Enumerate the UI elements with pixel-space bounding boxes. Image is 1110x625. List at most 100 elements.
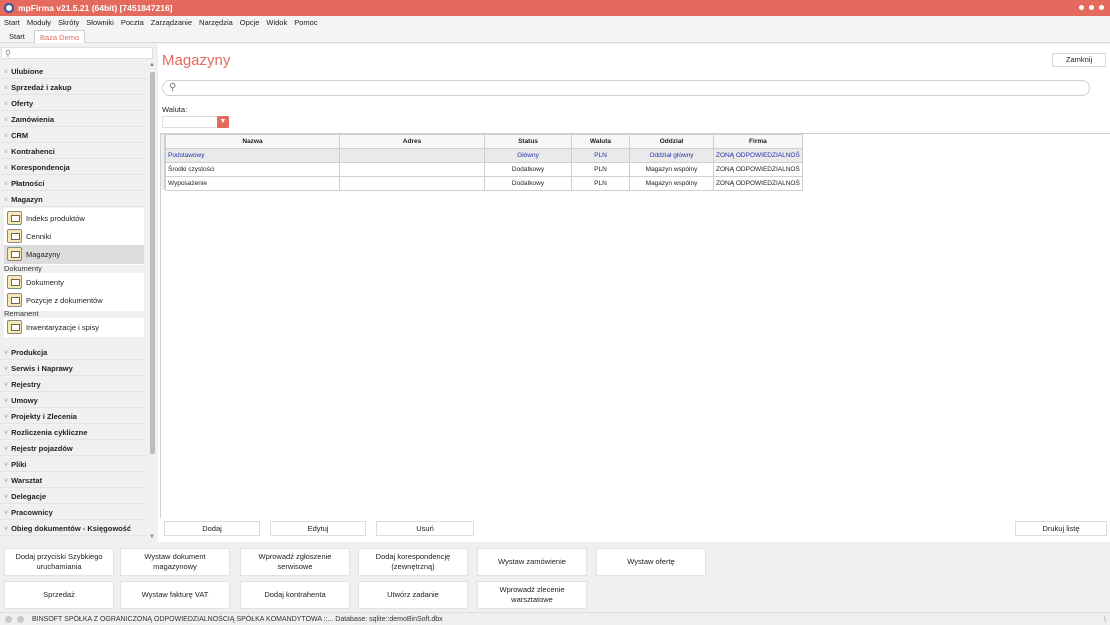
sidebar-cat-sprzedaz[interactable]: ˅ Sprzedaż i zakup	[0, 80, 146, 95]
quick-service-request-button[interactable]: Wprowadź zgłoszenie serwisowe	[240, 548, 350, 576]
column-header-oddzial[interactable]: Oddział	[629, 134, 714, 149]
sidebar-cat-oferty[interactable]: ˅ Oferty	[0, 96, 146, 111]
sidebar-cat-umowy[interactable]: ˅ Umowy	[0, 393, 146, 408]
sidebar-cat-label: Umowy	[11, 396, 38, 405]
sidebar-item-label: Indeks produktów	[26, 214, 85, 223]
quick-vat-invoice-button[interactable]: Wystaw fakturę VAT	[120, 581, 230, 609]
sidebar-cat-pracownicy[interactable]: ˅ Pracownicy	[0, 505, 146, 520]
sidebar-cat-magazyn[interactable]: ˅ Magazyn	[0, 192, 146, 207]
sidebar-cat-rejestr-pojazdow[interactable]: ˅ Rejestr pojazdów	[0, 441, 146, 456]
menu-zarzadzanie[interactable]: Zarządzanie	[151, 18, 192, 27]
quick-issue-offer-button[interactable]: Wystaw ofertę	[596, 548, 706, 576]
chevron-down-icon[interactable]: ▼	[217, 116, 229, 128]
sidebar-cat-projekty[interactable]: ˅ Projekty i Zlecenia	[0, 409, 146, 424]
menu-slowniki[interactable]: Słowniki	[86, 18, 114, 27]
sidebar-cat-produkcja[interactable]: ˅ Produkcja	[0, 345, 146, 360]
menu-poczta[interactable]: Poczta	[121, 18, 144, 27]
chevron-icon: ˅	[4, 382, 9, 389]
column-header-nazwa[interactable]: Nazwa	[165, 134, 340, 149]
sidebar-cat-label: Kontrahenci	[11, 147, 55, 156]
close-window-button[interactable]	[1099, 5, 1104, 10]
window-controls	[1079, 5, 1104, 10]
sidebar-cat-warsztat[interactable]: ˅ Warsztat	[0, 473, 146, 488]
chevron-icon: ˅	[4, 69, 9, 76]
sidebar-cat-platnosci[interactable]: ˅ Płatności	[0, 176, 146, 191]
sidebar-item-magazyny[interactable]: Magazyny	[4, 245, 144, 264]
quick-sale-button[interactable]: Sprzedaż	[4, 581, 114, 609]
warehouse-icon	[7, 247, 22, 261]
documents-icon	[7, 275, 22, 289]
chevron-icon: ˅	[4, 462, 9, 469]
menu-widok[interactable]: Widok	[266, 18, 287, 27]
scroll-up-icon[interactable]: ▲	[149, 62, 155, 68]
sidebar-scroll-thumb[interactable]	[150, 72, 155, 454]
scroll-down-icon[interactable]: ▼	[149, 534, 155, 540]
tab-start[interactable]: Start	[4, 30, 30, 43]
cell-adres	[339, 148, 485, 163]
sidebar-item-label: Pozycje z dokumentów	[26, 296, 103, 305]
quick-workshop-order-button[interactable]: Wprowadź zlecenie warsztatowe	[477, 581, 587, 609]
sidebar-cat-obieg-dokumentow[interactable]: ˅ Obieg dokumentów - Księgowość	[0, 521, 146, 536]
minimize-button[interactable]	[1079, 5, 1084, 10]
currency-label: Waluta:	[162, 105, 188, 114]
column-header-status[interactable]: Status	[484, 134, 572, 149]
sidebar-item-pozycje[interactable]: Pozycje z dokumentów	[4, 291, 144, 310]
quick-add-correspondence-button[interactable]: Dodaj korespondencję (zewnętrzną)	[358, 548, 468, 576]
column-header-adres[interactable]: Adres	[339, 134, 485, 149]
sidebar-cat-label: Projekty i Zlecenia	[11, 412, 77, 421]
table-row[interactable]: Środki czystości Dodatkowy PLN Magazyn w…	[165, 162, 803, 177]
currency-select[interactable]: ▼	[162, 116, 229, 128]
cell-waluta: PLN	[571, 176, 630, 191]
sidebar-item-inwentaryzacje[interactable]: Inwentaryzacje i spisy	[4, 318, 144, 337]
menu-opcje[interactable]: Opcje	[240, 18, 260, 27]
menu-narzedzia[interactable]: Narzędzia	[199, 18, 233, 27]
sidebar-item-indeks-produktow[interactable]: Indeks produktów	[4, 209, 144, 228]
menu-pomoc[interactable]: Pomoc	[294, 18, 317, 27]
search-input[interactable]: ⚲	[162, 80, 1090, 96]
sidebar-cat-delegacje[interactable]: ˅ Delegacje	[0, 489, 146, 504]
sidebar-item-cenniki[interactable]: Cenniki	[4, 227, 144, 246]
sidebar-cat-serwis[interactable]: ˅ Serwis i Naprawy	[0, 361, 146, 376]
maximize-button[interactable]	[1089, 5, 1094, 10]
cell-oddzial: Magazyn wspólny	[629, 162, 714, 177]
sidebar-cat-zamowienia[interactable]: ˅ Zamówienia	[0, 112, 146, 127]
column-header-firma[interactable]: Firma	[713, 134, 803, 149]
quick-issue-order-button[interactable]: Wystaw zamówienie	[477, 548, 587, 576]
close-button[interactable]: Zamknij	[1052, 53, 1106, 67]
quick-create-task-button[interactable]: Utwórz zadanie	[358, 581, 468, 609]
sidebar-cat-korespondencja[interactable]: ˅ Korespondencja	[0, 160, 146, 175]
quick-issue-stock-doc-button[interactable]: Wystaw dokument magazynowy	[120, 548, 230, 576]
print-list-button[interactable]: Drukuj listę	[1015, 521, 1107, 536]
quick-add-contractor-button[interactable]: Dodaj kontrahenta	[240, 581, 350, 609]
quick-add-shortcuts-button[interactable]: Dodaj przyciski Szybkiego uruchamiania	[4, 548, 114, 576]
add-button[interactable]: Dodaj	[164, 521, 260, 536]
sidebar-cat-pliki[interactable]: ˅ Pliki	[0, 457, 146, 472]
sidebar-scrollbar[interactable]: ▲ ▼	[148, 60, 157, 542]
sidebar-cat-ulubione[interactable]: ˅ Ulubione	[0, 64, 146, 79]
sidebar-search-input[interactable]: ⚲	[1, 47, 153, 59]
window-title: mpFirma v21.5.21 (64bit) [7451847216]	[18, 3, 173, 13]
edit-button[interactable]: Edytuj	[270, 521, 366, 536]
chevron-icon: ˅	[4, 117, 9, 124]
tab-baza-demo[interactable]: Baza Demo	[34, 30, 86, 43]
sidebar-cat-kontrahenci[interactable]: ˅ Kontrahenci	[0, 144, 146, 159]
sidebar-item-dokumenty[interactable]: Dokumenty	[4, 273, 144, 292]
menu-start[interactable]: Start	[4, 18, 20, 27]
chevron-icon: ˅	[4, 165, 9, 172]
sidebar-cat-rejestry[interactable]: ˅ Rejestry	[0, 377, 146, 392]
table-row[interactable]: Wyposażenie Dodatkowy PLN Magazyn wspóln…	[165, 176, 803, 191]
chevron-icon: ˅	[4, 446, 9, 453]
column-header-waluta[interactable]: Waluta	[571, 134, 630, 149]
cell-status: Dodatkowy	[484, 176, 572, 191]
title-bar: mpFirma v21.5.21 (64bit) [7451847216]	[0, 0, 1110, 16]
sidebar-cat-crm[interactable]: ˅ CRM	[0, 128, 146, 143]
menu-moduly[interactable]: Moduły	[27, 18, 51, 27]
cell-nazwa: Wyposażenie	[165, 176, 340, 191]
sidebar-cat-rozliczenia[interactable]: ˅ Rozliczenia cykliczne	[0, 425, 146, 440]
resize-grip-icon[interactable]: ∖	[1103, 616, 1107, 624]
table-row[interactable]: Podstawowy Główny PLN Oddział główny ZON…	[165, 148, 803, 163]
delete-button[interactable]: Usuń	[376, 521, 474, 536]
menu-skroty[interactable]: Skróty	[58, 18, 79, 27]
warehouse-grid: Nazwa Adres Status Waluta Oddział Firma …	[160, 133, 1110, 518]
search-icon: ⚲	[169, 82, 177, 93]
